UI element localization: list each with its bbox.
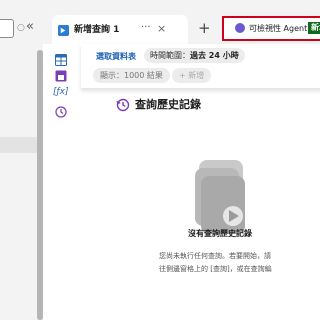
agent-icon bbox=[235, 23, 245, 33]
agent-label: 可檢視性 Agent bbox=[249, 24, 308, 33]
left-pane: ○ « bbox=[0, 0, 37, 320]
add-tab-button[interactable]: + bbox=[198, 21, 211, 36]
tab-new-query-1[interactable]: 新增查詢 1 ··· × bbox=[52, 15, 188, 44]
history-rail-icon[interactable] bbox=[55, 106, 67, 118]
tab-close-icon[interactable]: × bbox=[157, 23, 166, 35]
tab-query-icon bbox=[58, 25, 69, 36]
database-icon[interactable] bbox=[55, 70, 67, 82]
clear-icon[interactable]: ○ bbox=[17, 22, 25, 34]
tab-label: 新增查詢 1 bbox=[74, 25, 120, 35]
select-table-link[interactable]: 選取資料表 bbox=[96, 51, 136, 62]
tab-more-icon[interactable]: ··· bbox=[141, 22, 151, 34]
left-search-input[interactable] bbox=[0, 19, 14, 38]
history-icon bbox=[116, 98, 130, 112]
time-range-pill[interactable]: 時間範圍：過去 24 小時 bbox=[144, 48, 245, 63]
main-content: [ƒx] 選取資料表 時間範圍：過去 24 小時 顯示：1000 結果 + 新增… bbox=[43, 44, 320, 320]
empty-state-description-line1: 您尚未執行任何查詢。若要開始，請 bbox=[159, 252, 271, 260]
empty-state-title: 沒有查詢歷史記錄 bbox=[188, 229, 252, 238]
time-range-label: 時間範圍： bbox=[150, 51, 190, 60]
empty-state-description-line2: 往側邊窗格上的 [查詢]，或在查詢編 bbox=[159, 265, 272, 273]
left-pane-selected-row[interactable] bbox=[0, 137, 37, 153]
collapse-pane-icon[interactable]: « bbox=[26, 20, 34, 34]
show-results-pill[interactable]: 顯示：1000 結果 bbox=[93, 68, 170, 83]
new-badge: 新增 bbox=[308, 22, 320, 34]
table-icon[interactable] bbox=[55, 54, 67, 66]
app-root: ○ « 新增查詢 1 ··· × + 可檢視性 Agent 新增 bbox=[0, 0, 320, 320]
add-filter-pill[interactable]: + 新增 bbox=[172, 68, 212, 83]
function-icon[interactable]: [ƒx] bbox=[53, 86, 69, 98]
time-range-value: 過去 24 小時 bbox=[190, 51, 239, 60]
observability-agent-button[interactable]: 可檢視性 Agent 新增 bbox=[222, 16, 320, 41]
tool-rail: [ƒx] bbox=[43, 44, 79, 320]
query-builder-panel: 選取資料表 時間範圍：過去 24 小時 顯示：1000 結果 + 新增 bbox=[81, 44, 320, 89]
history-title: 查詢歷史記錄 bbox=[135, 98, 201, 111]
